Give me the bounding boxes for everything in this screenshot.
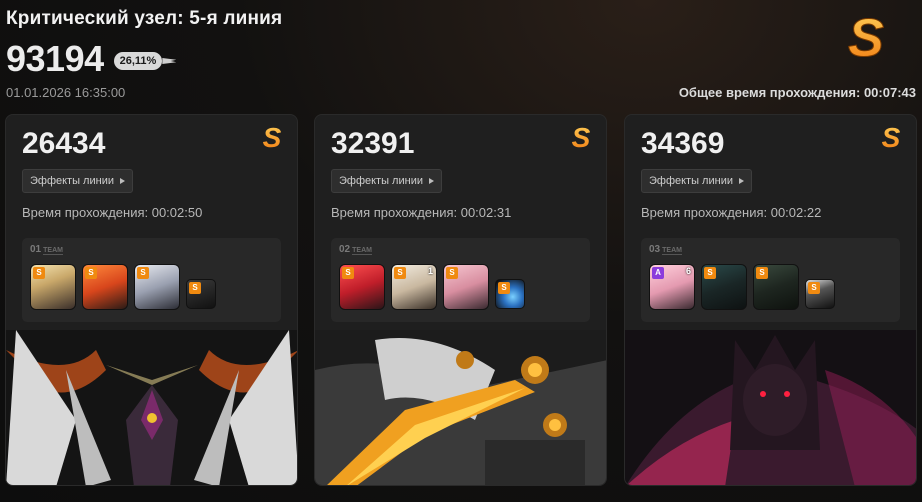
svg-text:S: S	[263, 123, 282, 151]
team-label: 02 TEAM	[339, 244, 372, 255]
line-effects-label: Эффекты линии	[30, 175, 114, 187]
triangle-right-icon	[120, 178, 125, 184]
line-effects-button[interactable]: Эффекты линии	[22, 169, 133, 193]
pass-time: Время прохождения: 00:02:50	[22, 205, 203, 220]
line-card-3: 34369 S Эффекты линии Время прохождения:…	[624, 114, 917, 486]
line-effects-button[interactable]: Эффекты линии	[331, 169, 442, 193]
line-score: 34369	[641, 127, 725, 160]
line-effects-button[interactable]: Эффекты линии	[641, 169, 752, 193]
triangle-right-icon	[739, 178, 744, 184]
team-panel: 03 TEAM A6 S S S	[641, 238, 900, 322]
blonde-girl-avatar[interactable]: S	[30, 264, 76, 310]
header: Критический узел: 5-я линия 93194 26,11%…	[6, 8, 916, 108]
support-unit-avatar[interactable]: S	[186, 279, 216, 309]
rank-s-icon: S	[572, 123, 591, 151]
dark-hair-maid-avatar[interactable]: S	[701, 264, 747, 310]
rank-s-icon: S	[263, 123, 282, 151]
pink-hair-girl-avatar[interactable]: A6	[649, 264, 695, 310]
robot-unit-avatar[interactable]: S	[805, 279, 835, 309]
orange-hair-girl-avatar[interactable]: S	[82, 264, 128, 310]
line-score: 32391	[331, 127, 415, 160]
team-label: 01 TEAM	[30, 244, 63, 255]
total-score: 93194	[6, 38, 104, 79]
pink-hair-glasses-avatar[interactable]: S	[443, 264, 489, 310]
page-title: Критический узел: 5-я линия	[6, 8, 283, 29]
line-card-1: 26434 S Эффекты линии Время прохождения:…	[5, 114, 298, 486]
boss-artwork	[6, 330, 297, 485]
percent-badge: 26,11%	[113, 52, 163, 70]
white-hair-girl-avatar[interactable]: S1	[391, 264, 437, 310]
pass-time: Время прохождения: 00:02:31	[331, 205, 512, 220]
line-score: 26434	[22, 127, 106, 160]
red-hair-girl-avatar[interactable]: S	[339, 264, 385, 310]
svg-text:S: S	[848, 10, 884, 64]
svg-text:S: S	[572, 123, 591, 151]
team-panel: 01 TEAM S S S S	[22, 238, 281, 322]
line-effects-label: Эффекты линии	[339, 175, 423, 187]
dark-hair-girl-avatar[interactable]: S	[753, 264, 799, 310]
total-score-row: 93194 26,11%	[6, 38, 163, 80]
svg-text:S: S	[882, 123, 901, 151]
total-time: Общее время прохождения: 00:07:43	[678, 85, 916, 100]
timestamp: 01.01.2026 16:35:00	[6, 85, 126, 100]
rank-s-icon: S	[847, 10, 884, 64]
pass-time: Время прохождения: 00:02:22	[641, 205, 822, 220]
blue-slime-avatar[interactable]: S	[495, 279, 525, 309]
silver-hair-girl-avatar[interactable]: S	[134, 264, 180, 310]
team-label: 03 TEAM	[649, 244, 682, 255]
boss-artwork	[315, 330, 606, 485]
triangle-right-icon	[429, 178, 434, 184]
boss-artwork	[625, 330, 916, 485]
rank-s-icon: S	[882, 123, 901, 151]
line-effects-label: Эффекты линии	[649, 175, 733, 187]
team-panel: 02 TEAM S S1 S S	[331, 238, 590, 322]
line-card-2: 32391 S Эффекты линии Время прохождения:…	[314, 114, 607, 486]
